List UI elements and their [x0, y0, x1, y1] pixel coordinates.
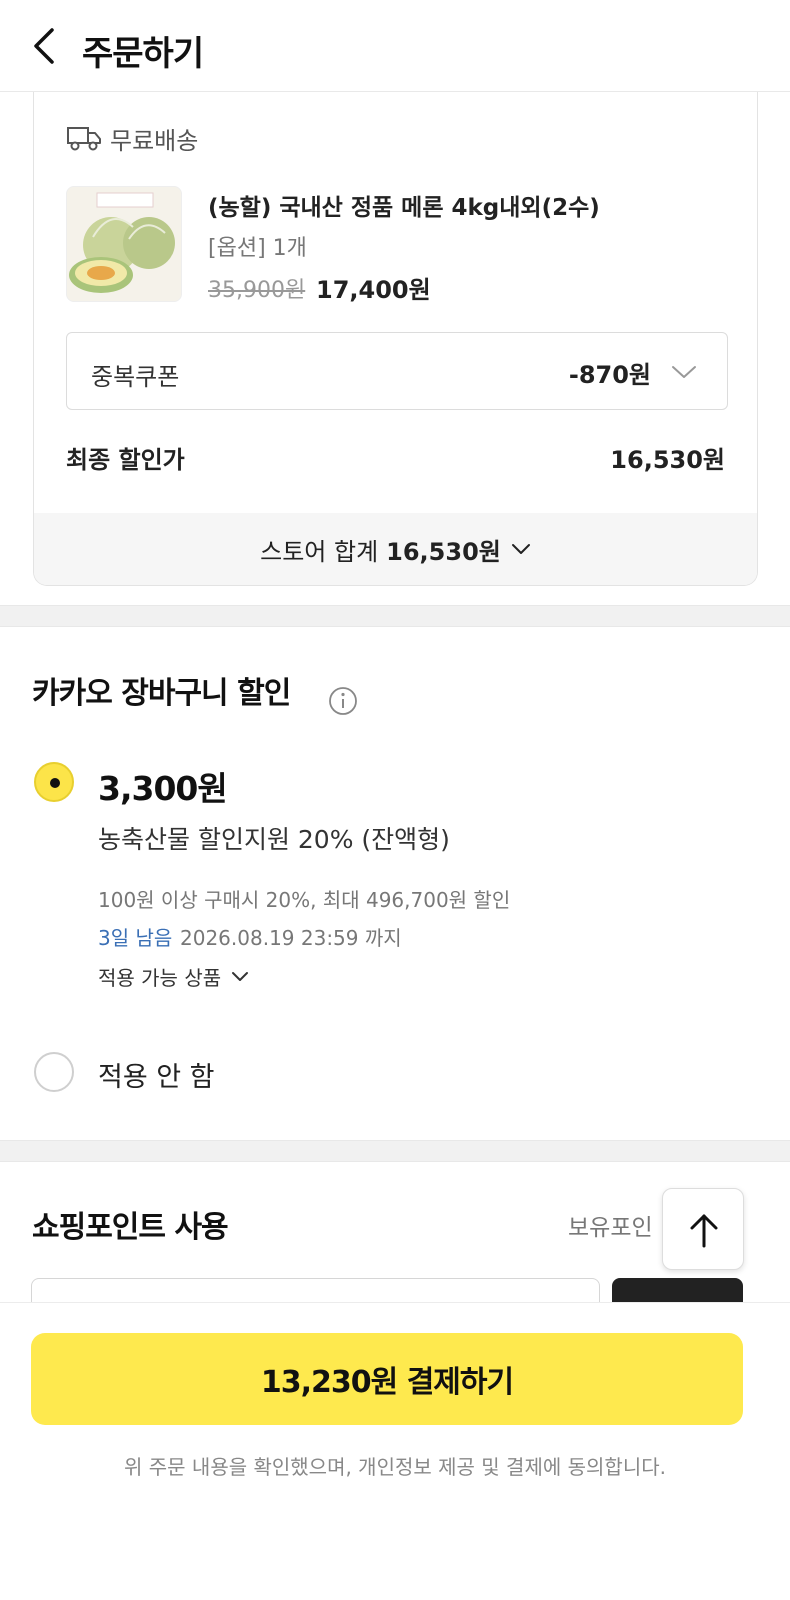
header-bar: 주문하기 [0, 0, 790, 92]
arrow-up-icon [690, 1214, 718, 1248]
kakao-discount-title: 카카오 장바구니 할인 [32, 676, 291, 711]
chevron-left-icon [34, 28, 54, 64]
points-title: 쇼핑포인트 사용 [32, 1210, 229, 1245]
product-option: [옵션] 1개 [208, 236, 307, 261]
truck-icon [67, 127, 101, 151]
shipping-label: 무료배송 [110, 126, 199, 155]
store-total-toggle[interactable]: 스토어 합계 16,530원 [34, 513, 757, 585]
sale-price: 17,400원 [316, 276, 431, 304]
page-title: 주문하기 [82, 34, 204, 74]
store-total-value: 16,530원 [386, 537, 501, 566]
applicable-products-toggle[interactable]: 적용 가능 상품 [98, 962, 249, 991]
original-price: 35,900원 [208, 278, 306, 303]
product-thumbnail[interactable] [66, 186, 182, 302]
store-card: 무료배송 (농할) 국내산 정품 메론 4kg내외(2수) [옵션] 1개 35… [33, 70, 758, 586]
discount-condition: 100원 이상 구매시 20%, 최대 496,700원 할인 [98, 888, 511, 912]
chevron-down-icon [511, 544, 530, 554]
pay-button[interactable]: 13,230원 결제하기 [31, 1333, 743, 1425]
applicable-products-label: 적용 가능 상품 [98, 966, 222, 990]
points-held-label: 보유포인 [568, 1215, 653, 1241]
discount-description: 농축산물 할인지원 20% (잔액형) [98, 825, 450, 854]
coupon-select[interactable]: 중복쿠폰 -870원 [66, 332, 728, 410]
section-divider [0, 1140, 790, 1162]
no-discount-label: 적용 안 함 [98, 1062, 215, 1093]
discount-radio-selected[interactable] [34, 762, 74, 802]
discount-deadline: 2026.08.19 23:59 까지 [180, 926, 402, 950]
chevron-down-icon [672, 366, 696, 378]
coupon-value: -870원 [568, 361, 651, 389]
product-name[interactable]: (농할) 국내산 정품 메론 4kg내외(2수) [208, 188, 600, 222]
discount-radio-none[interactable] [34, 1052, 74, 1092]
agreement-text: 위 주문 내용을 확인했으며, 개인정보 제공 및 결제에 동의합니다. [124, 1455, 666, 1479]
final-price-label: 최종 할인가 [66, 446, 185, 474]
melon-image [67, 187, 181, 301]
section-divider [0, 605, 790, 627]
discount-amount: 3,300원 [98, 769, 228, 808]
shipping-info: 무료배송 [66, 122, 199, 155]
coupon-label: 중복쿠폰 [91, 363, 180, 391]
info-icon[interactable] [328, 686, 358, 716]
chevron-down-icon [232, 971, 249, 981]
store-total-label: 스토어 합계 [260, 537, 379, 566]
back-button[interactable] [26, 26, 66, 66]
days-left: 3일 남음 [98, 926, 173, 950]
scroll-top-button[interactable] [662, 1188, 744, 1270]
footer-bar: 13,230원 결제하기 위 주문 내용을 확인했으며, 개인정보 제공 및 결… [0, 1302, 790, 1600]
final-price-value: 16,530원 [610, 446, 725, 474]
